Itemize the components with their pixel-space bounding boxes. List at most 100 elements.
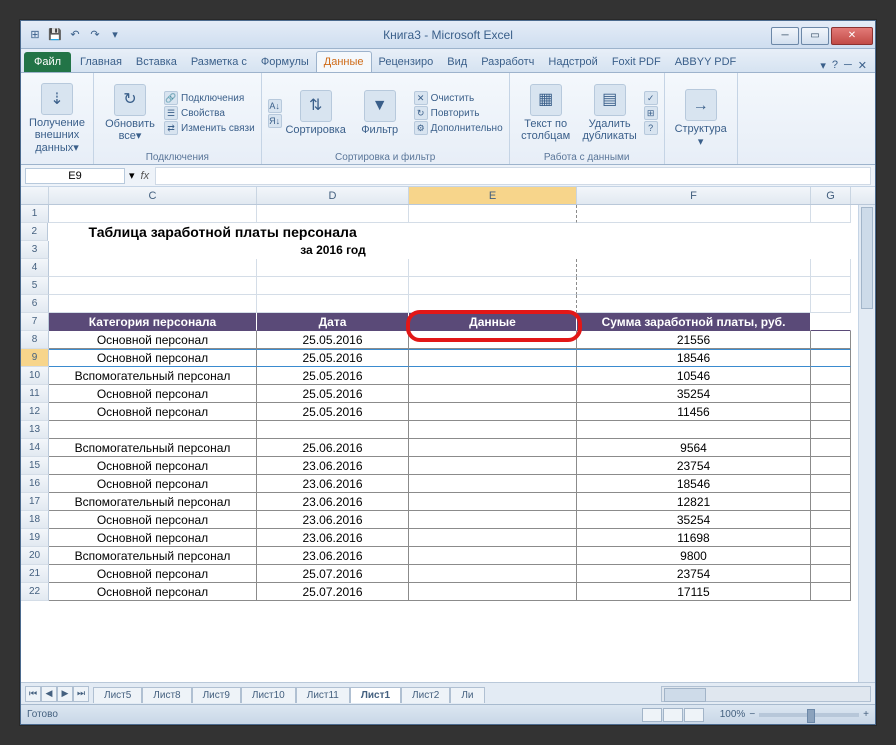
- sort-desc-button[interactable]: Я↓: [268, 114, 282, 128]
- cells-area[interactable]: 1 2Таблица заработной платы персонала 3з…: [21, 205, 875, 682]
- row-header[interactable]: 18: [21, 511, 49, 529]
- sheet-nav-prev[interactable]: ◀: [41, 686, 57, 702]
- row-header[interactable]: 4: [21, 259, 49, 277]
- cell-sum[interactable]: 9800: [577, 547, 811, 565]
- tab-formulas[interactable]: Формулы: [254, 52, 316, 72]
- text-to-columns-button[interactable]: ▦Текст по столбцам: [516, 84, 576, 142]
- th-sum[interactable]: Сумма заработной платы, руб.: [577, 313, 811, 331]
- view-normal-button[interactable]: [642, 708, 662, 722]
- cell-data[interactable]: [409, 493, 577, 511]
- cell-data[interactable]: [409, 547, 577, 565]
- col-header-d[interactable]: D: [257, 187, 409, 204]
- cell-sum[interactable]: 18546: [577, 475, 811, 493]
- cell-category[interactable]: [49, 421, 257, 439]
- row-header[interactable]: 16: [21, 475, 49, 493]
- cell-data[interactable]: [409, 349, 577, 367]
- external-data-button[interactable]: ⇣Получение внешних данных▾: [27, 83, 87, 153]
- sheet-tab[interactable]: Лист11: [296, 687, 350, 703]
- vertical-scrollbar[interactable]: [858, 205, 875, 682]
- file-tab[interactable]: Файл: [24, 52, 71, 72]
- row-header[interactable]: 5: [21, 277, 49, 295]
- row-header[interactable]: 19: [21, 529, 49, 547]
- table-subtitle[interactable]: за 2016 год: [257, 241, 409, 259]
- row-header[interactable]: 10: [21, 367, 49, 385]
- row-header[interactable]: 11: [21, 385, 49, 403]
- row-header[interactable]: 8: [21, 331, 49, 349]
- row-header[interactable]: 13: [21, 421, 49, 439]
- cell-category[interactable]: Основной персонал: [49, 529, 257, 547]
- th-date[interactable]: Дата: [257, 313, 409, 331]
- cell-category[interactable]: Основной персонал: [49, 403, 257, 421]
- doc-close-icon[interactable]: ✕: [858, 59, 867, 72]
- maximize-button[interactable]: ▭: [801, 27, 829, 45]
- horizontal-scrollbar[interactable]: [661, 686, 871, 702]
- cell-date[interactable]: 23.06.2016: [257, 529, 409, 547]
- cell-date[interactable]: 23.06.2016: [257, 475, 409, 493]
- redo-icon[interactable]: ↷: [87, 27, 103, 43]
- cell-sum[interactable]: 18546: [577, 349, 811, 367]
- cell-date[interactable]: 23.06.2016: [257, 547, 409, 565]
- cell-sum[interactable]: 23754: [577, 565, 811, 583]
- data-validation-button[interactable]: ✓: [644, 91, 658, 105]
- zoom-out-button[interactable]: −: [749, 709, 755, 720]
- sheet-tab[interactable]: Ли: [450, 687, 484, 703]
- cell-data[interactable]: [409, 385, 577, 403]
- row-header[interactable]: 14: [21, 439, 49, 457]
- cell-sum[interactable]: 11698: [577, 529, 811, 547]
- zoom-slider[interactable]: [759, 713, 859, 717]
- sheet-tab[interactable]: Лист5: [93, 687, 142, 703]
- help-icon[interactable]: ?: [832, 59, 838, 72]
- cell-sum[interactable]: [577, 421, 811, 439]
- doc-minimize-icon[interactable]: ─: [844, 59, 852, 72]
- tab-addins[interactable]: Надстрой: [541, 52, 604, 72]
- sheet-nav-next[interactable]: ▶: [57, 686, 73, 702]
- cell-data[interactable]: [409, 403, 577, 421]
- row-header[interactable]: 15: [21, 457, 49, 475]
- cell-category[interactable]: Основной персонал: [49, 565, 257, 583]
- fx-icon[interactable]: fx: [135, 170, 156, 182]
- close-button[interactable]: ✕: [831, 27, 873, 45]
- tab-data[interactable]: Данные: [316, 51, 372, 72]
- tab-developer[interactable]: Разработч: [474, 52, 541, 72]
- filter-button[interactable]: ▼Фильтр: [350, 90, 410, 136]
- zoom-level[interactable]: 100%: [720, 709, 746, 720]
- sheet-tab[interactable]: Лист1: [350, 687, 401, 703]
- tab-insert[interactable]: Вставка: [129, 52, 184, 72]
- cell-date[interactable]: 25.07.2016: [257, 565, 409, 583]
- cell-sum[interactable]: 35254: [577, 511, 811, 529]
- sheet-tab[interactable]: Лист2: [401, 687, 450, 703]
- cell-date[interactable]: 25.07.2016: [257, 583, 409, 601]
- cell-date[interactable]: 23.06.2016: [257, 511, 409, 529]
- sort-asc-button[interactable]: А↓: [268, 99, 282, 113]
- row-header[interactable]: 21: [21, 565, 49, 583]
- cell-date[interactable]: [257, 421, 409, 439]
- edit-links-button[interactable]: ⇄Изменить связи: [164, 121, 255, 135]
- tab-layout[interactable]: Разметка с: [184, 52, 254, 72]
- sheet-nav-first[interactable]: ⏮: [25, 686, 41, 702]
- col-header-c[interactable]: C: [49, 187, 257, 204]
- cell-category[interactable]: Основной персонал: [49, 583, 257, 601]
- row-header[interactable]: 3: [21, 241, 49, 259]
- tab-review[interactable]: Рецензиро: [372, 52, 441, 72]
- cell-category[interactable]: Основной персонал: [49, 475, 257, 493]
- cell-date[interactable]: 25.05.2016: [257, 331, 409, 349]
- row-header[interactable]: 2: [21, 223, 48, 241]
- row-header[interactable]: 22: [21, 583, 49, 601]
- cell-sum[interactable]: 12821: [577, 493, 811, 511]
- row-header[interactable]: 7: [21, 313, 49, 331]
- cell-category[interactable]: Основной персонал: [49, 511, 257, 529]
- consolidate-button[interactable]: ⊞: [644, 106, 658, 120]
- select-all-corner[interactable]: [21, 187, 49, 204]
- cell-category[interactable]: Основной персонал: [49, 349, 257, 367]
- refresh-all-button[interactable]: ↻Обновить все▾: [100, 84, 160, 142]
- reapply-button[interactable]: ↻Повторить: [414, 106, 503, 120]
- cell-date[interactable]: 25.06.2016: [257, 439, 409, 457]
- sheet-tab[interactable]: Лист9: [192, 687, 241, 703]
- cell-date[interactable]: 23.06.2016: [257, 457, 409, 475]
- what-if-button[interactable]: ?: [644, 121, 658, 135]
- cell-category[interactable]: Вспомогательный персонал: [49, 439, 257, 457]
- tab-abbyy[interactable]: ABBYY PDF: [668, 52, 744, 72]
- col-header-f[interactable]: F: [577, 187, 811, 204]
- sheet-tab[interactable]: Лист8: [142, 687, 191, 703]
- cell-sum[interactable]: 11456: [577, 403, 811, 421]
